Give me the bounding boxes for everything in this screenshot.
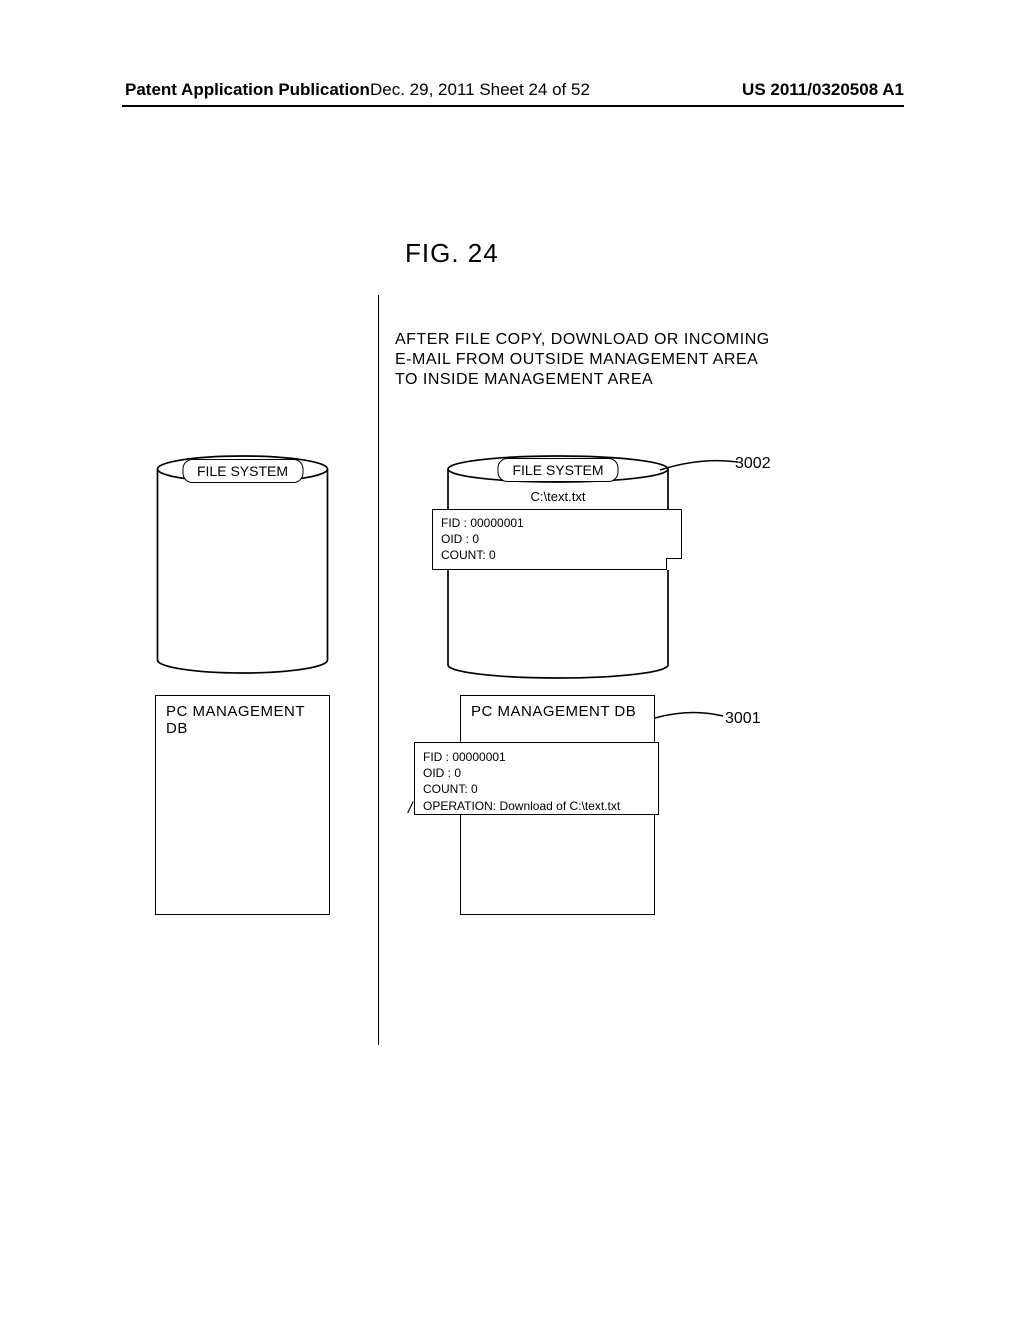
file-metadata-note: FID : 00000001 OID : 0 COUNT: 0	[432, 509, 682, 570]
mark: /	[408, 800, 412, 818]
caption-line: AFTER FILE COPY, DOWNLOAD OR INCOMING	[395, 330, 770, 350]
note-fid: FID : 00000001	[441, 515, 673, 531]
header-right: US 2011/0320508 A1	[742, 80, 904, 100]
note-oid: OID : 0	[441, 531, 673, 547]
callout-leader	[655, 710, 730, 724]
note-fold-icon	[666, 558, 682, 570]
header-rule	[122, 105, 904, 107]
caption-line: E-MAIL FROM OUTSIDE MANAGEMENT AREA	[395, 350, 770, 370]
header-left: Patent Application Publication	[125, 80, 370, 100]
file-system-cylinder-before: FILE SYSTEM	[155, 455, 330, 675]
record-oid: OID : 0	[423, 765, 650, 781]
note-count: COUNT: 0	[441, 547, 673, 563]
column-divider	[378, 295, 379, 1045]
caption-line: TO INSIDE MANAGEMENT AREA	[395, 370, 770, 390]
callout-number-3001: 3001	[725, 710, 761, 728]
cylinder-icon	[155, 455, 330, 675]
callout-number-3002: 3002	[735, 455, 771, 473]
pc-management-db-before: PC MANAGEMENT DB	[155, 695, 330, 915]
db-title: PC MANAGEMENT DB	[461, 696, 654, 727]
cylinder-label: FILE SYSTEM	[497, 458, 618, 482]
db-title: PC MANAGEMENT DB	[156, 696, 329, 744]
record-operation: OPERATION: Download of C:\text.txt	[423, 798, 650, 814]
file-path-label: C:\text.txt	[418, 489, 698, 504]
db-record: FID : 00000001 OID : 0 COUNT: 0 OPERATIO…	[414, 742, 659, 815]
file-system-cylinder-after: FILE SYSTEM C:\text.txt FID : 00000001 O…	[418, 455, 698, 680]
header-center: Dec. 29, 2011 Sheet 24 of 52	[370, 80, 590, 100]
cylinder-label: FILE SYSTEM	[182, 459, 303, 483]
record-count: COUNT: 0	[423, 781, 650, 797]
figure-title: FIG. 24	[405, 238, 499, 269]
record-fid: FID : 00000001	[423, 749, 650, 765]
state-caption: AFTER FILE COPY, DOWNLOAD OR INCOMING E-…	[395, 330, 770, 390]
